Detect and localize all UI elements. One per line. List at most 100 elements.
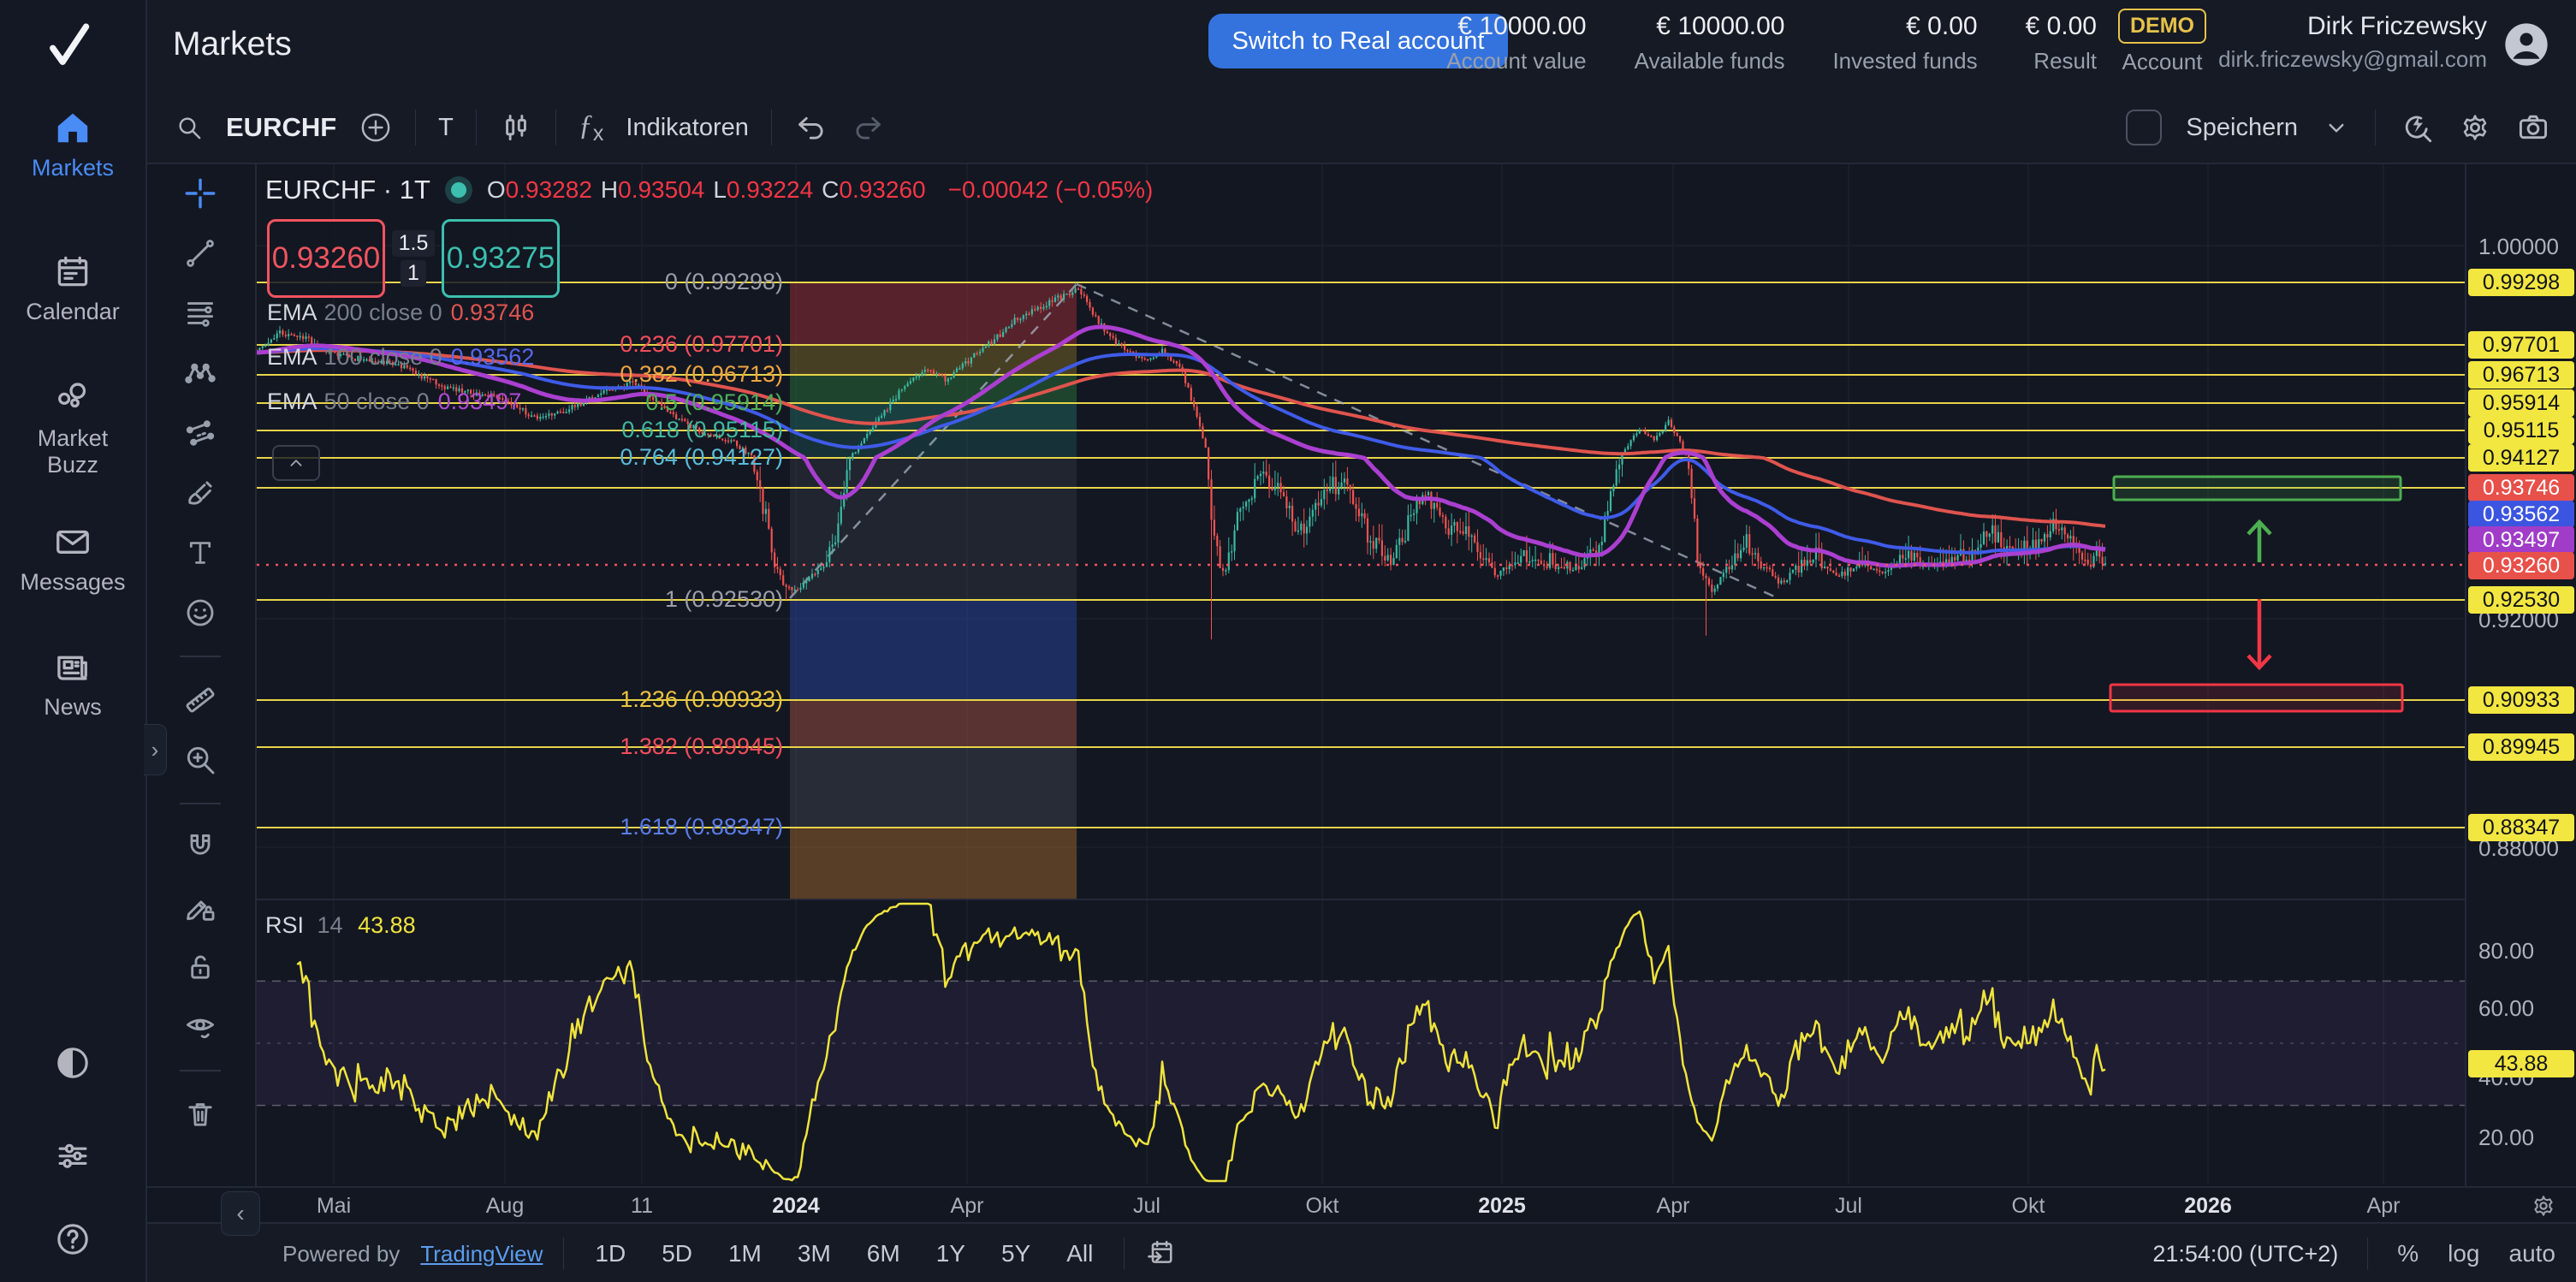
magnet-icon[interactable] — [183, 830, 217, 864]
ema-200-legend[interactable]: EMA200 close 00.93746 — [267, 300, 534, 326]
chevron-down-icon[interactable] — [2322, 113, 2351, 142]
save-button[interactable]: Speichern — [2186, 114, 2298, 142]
sidebar-item-market-buzz[interactable]: Market Buzz — [0, 378, 145, 478]
sidebar-item-news[interactable]: News — [0, 647, 145, 721]
pane-separator[interactable] — [257, 899, 2576, 900]
emoji-icon[interactable] — [183, 596, 217, 630]
chart-toolbar: EURCHF T ƒx Indikatoren Speichern — [145, 92, 2576, 164]
ohlc-values: O0.93282H0.93504L0.93224C0.93260 — [487, 176, 935, 204]
indicators-button[interactable]: Indikatoren — [626, 114, 749, 142]
rsi-name: RSI — [265, 912, 304, 938]
avatar-icon[interactable] — [2501, 19, 2552, 70]
time-axis[interactable]: MaiAug112024AprJulOkt2025AprJulOkt2026Ap… — [145, 1186, 2576, 1224]
undo-icon[interactable] — [794, 110, 828, 145]
toolbar-collapse-chevron-icon[interactable]: ‹ — [221, 1191, 260, 1236]
price-badge: 0.96713 — [2468, 361, 2574, 389]
page-title: Markets — [173, 26, 292, 63]
calendar-icon — [53, 252, 92, 291]
axis-settings-gear-icon[interactable] — [2530, 1192, 2557, 1220]
auto-scale-toggle[interactable]: auto — [2509, 1240, 2556, 1267]
trendline-icon[interactable] — [183, 236, 217, 270]
symbol-legend[interactable]: EURCHF · 1T O0.93282H0.93504L0.93224C0.9… — [265, 175, 1161, 205]
fib-label: 0.618 (0.95115) — [475, 417, 783, 443]
sidebar-item-label: Markets — [0, 155, 145, 181]
sell-button[interactable]: 0.93260 — [267, 219, 385, 298]
range-1m[interactable]: 1M — [718, 1235, 772, 1273]
fib-label: 1 (0.92530) — [475, 586, 783, 613]
save-checkbox[interactable] — [2126, 110, 2162, 145]
log-scale-toggle[interactable]: log — [2448, 1240, 2479, 1267]
gear-icon[interactable] — [2458, 110, 2492, 145]
price-badge: 0.93562 — [2468, 501, 2574, 528]
redo-icon[interactable] — [851, 110, 885, 145]
time-label: 2025 — [1478, 1194, 1526, 1219]
time-label: Okt — [2012, 1194, 2045, 1219]
chart-type-candles-icon[interactable] — [499, 110, 533, 145]
fib-retracement-icon[interactable] — [183, 296, 217, 330]
price-badge: 0.93260 — [2468, 552, 2574, 579]
crosshair-icon[interactable] — [183, 176, 217, 211]
search-icon[interactable] — [175, 113, 204, 142]
sidebar-item-label: Calendar — [0, 299, 145, 325]
trading-platform: Markets Calendar Market Buzz Messages News ›… — [0, 0, 2576, 1282]
user-block[interactable]: Dirk Friczewsky dirk.friczewsky@gmail.co… — [2218, 12, 2487, 73]
quick-search-icon[interactable] — [2400, 110, 2434, 145]
help-icon[interactable] — [0, 1220, 145, 1262]
pattern-icon[interactable] — [183, 356, 217, 390]
chart-area: EURCHF · 1T O0.93282H0.93504L0.93224C0.9… — [257, 163, 2465, 1186]
symbol-button[interactable]: EURCHF — [226, 112, 336, 143]
interval-button[interactable]: T — [438, 114, 454, 142]
ema-50-legend[interactable]: EMA50 close 00.93497 — [267, 389, 521, 415]
fib-label: 1.236 (0.90933) — [475, 686, 783, 713]
lock-icon[interactable] — [183, 950, 217, 984]
scale-label: 1.00000 — [2478, 234, 2559, 260]
change-value: −0.00042 (−0.05%) — [948, 176, 1154, 204]
range-1y[interactable]: 1Y — [926, 1235, 976, 1273]
price-badge: 0.92530 — [2468, 586, 2574, 614]
range-buttons: 1D 5D 1M 3M 6M 1Y 5Y All — [585, 1235, 1103, 1273]
range-3m[interactable]: 3M — [787, 1235, 841, 1273]
fib-label: 1.618 (0.88347) — [475, 814, 783, 840]
range-5d[interactable]: 5D — [651, 1235, 703, 1273]
time-label: Aug — [486, 1194, 524, 1219]
text-tool-icon[interactable] — [183, 536, 217, 570]
news-icon — [53, 647, 92, 686]
legend-collapse-button[interactable] — [272, 445, 320, 481]
sidebar-item-messages[interactable]: Messages — [0, 522, 145, 596]
range-1d[interactable]: 1D — [585, 1235, 636, 1273]
scale-label: 80.00 — [2478, 938, 2534, 964]
go-to-date-icon[interactable] — [1145, 1238, 1176, 1269]
price-badge: 0.94127 — [2468, 444, 2574, 472]
zoom-in-icon[interactable] — [183, 743, 217, 777]
channel-icon[interactable] — [183, 416, 217, 450]
ema-100-legend[interactable]: EMA100 close 00.93562 — [267, 344, 534, 371]
tradingview-link[interactable]: TradingView — [420, 1241, 543, 1267]
brush-icon[interactable] — [183, 476, 217, 510]
edit-lock-icon[interactable] — [183, 890, 217, 924]
range-5y[interactable]: 5Y — [991, 1235, 1041, 1273]
range-all[interactable]: All — [1056, 1235, 1103, 1273]
sidebar-expand-chevron-icon[interactable]: › — [144, 724, 167, 775]
sliders-icon[interactable] — [0, 1137, 145, 1178]
compare-add-icon[interactable] — [359, 110, 393, 145]
buy-button[interactable]: 0.93275 — [442, 219, 560, 298]
ruler-icon[interactable] — [183, 683, 217, 717]
app-logo-check-icon[interactable] — [41, 19, 96, 74]
percent-scale-toggle[interactable]: % — [2397, 1240, 2419, 1267]
price-scale[interactable]: 1.000000.920000.8800080.0060.0040.0020.0… — [2465, 163, 2576, 1186]
clock-timezone[interactable]: 21:54:00 (UTC+2) — [2152, 1241, 2338, 1267]
sidebar-item-calendar[interactable]: Calendar — [0, 252, 145, 325]
time-label: Apr — [2367, 1194, 2401, 1219]
sidebar-item-markets[interactable]: Markets — [0, 108, 145, 181]
camera-snapshot-icon[interactable] — [2516, 110, 2550, 145]
rsi-legend[interactable]: RSI 14 43.88 — [265, 912, 416, 939]
demo-badge: DEMO — [2118, 9, 2206, 44]
price-badge: 0.89945 — [2468, 733, 2574, 761]
chart-canvas[interactable] — [257, 163, 2465, 1186]
trash-icon[interactable] — [183, 1097, 217, 1131]
range-6m[interactable]: 6M — [857, 1235, 911, 1273]
contrast-icon[interactable] — [0, 1044, 145, 1086]
eye-icon[interactable] — [183, 1010, 217, 1044]
indicators-fx-icon[interactable]: ƒx — [579, 110, 604, 146]
symbol-interval-title: EURCHF · 1T — [265, 175, 430, 205]
